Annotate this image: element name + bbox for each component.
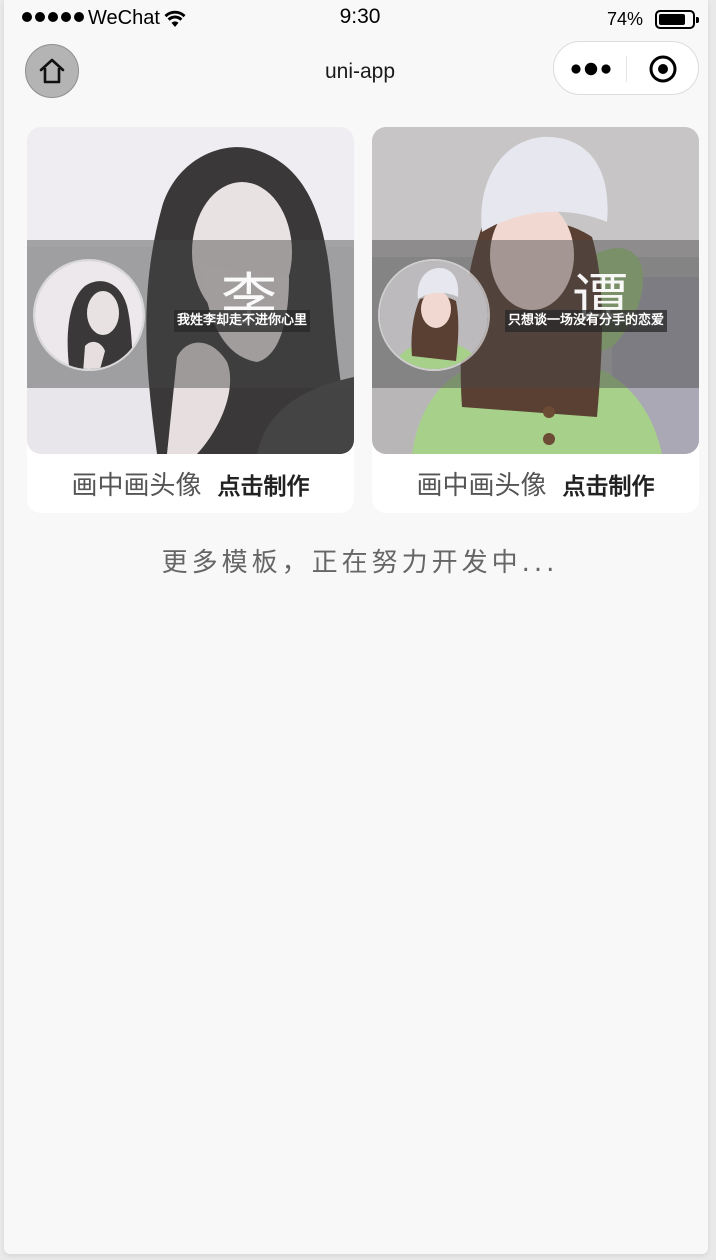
tagline-text: 只想谈一场没有分手的恋爱 — [505, 310, 668, 332]
card-caption: 画中画头像 点击制作 — [27, 454, 354, 513]
card-caption: 画中画头像 点击制作 — [372, 454, 699, 513]
template-card-1[interactable]: 李 我姓李却走不进你心里 画中画头像 点击制作 — [27, 127, 354, 513]
tagline-text: 我姓李却走不进你心里 — [174, 310, 311, 332]
phone-screen: WeChat 9:30 74% uni-app 李 我姓李却走不进你心里 画中画… — [4, 0, 708, 1254]
template-name: 画中画头像 — [416, 471, 547, 501]
create-button[interactable]: 点击制作 — [218, 467, 310, 501]
create-button[interactable]: 点击制作 — [563, 467, 655, 501]
avatar-circle — [378, 259, 490, 371]
battery-percent: 74% — [607, 9, 644, 29]
battery-icon — [655, 10, 699, 29]
capsule-menu — [553, 41, 699, 95]
target-icon[interactable] — [648, 54, 678, 84]
template-card-2[interactable]: 谭 只想谈一场没有分手的恋爱 画中画头像 点击制作 — [372, 127, 699, 513]
template-name: 画中画头像 — [71, 471, 202, 501]
capsule-divider — [626, 56, 627, 82]
more-dots-icon[interactable] — [571, 61, 613, 77]
status-bar: WeChat 9:30 74% — [4, 0, 716, 40]
more-templates-notice: 更多模板，正在努力开发中... — [161, 548, 559, 578]
avatar-circle — [33, 259, 145, 371]
